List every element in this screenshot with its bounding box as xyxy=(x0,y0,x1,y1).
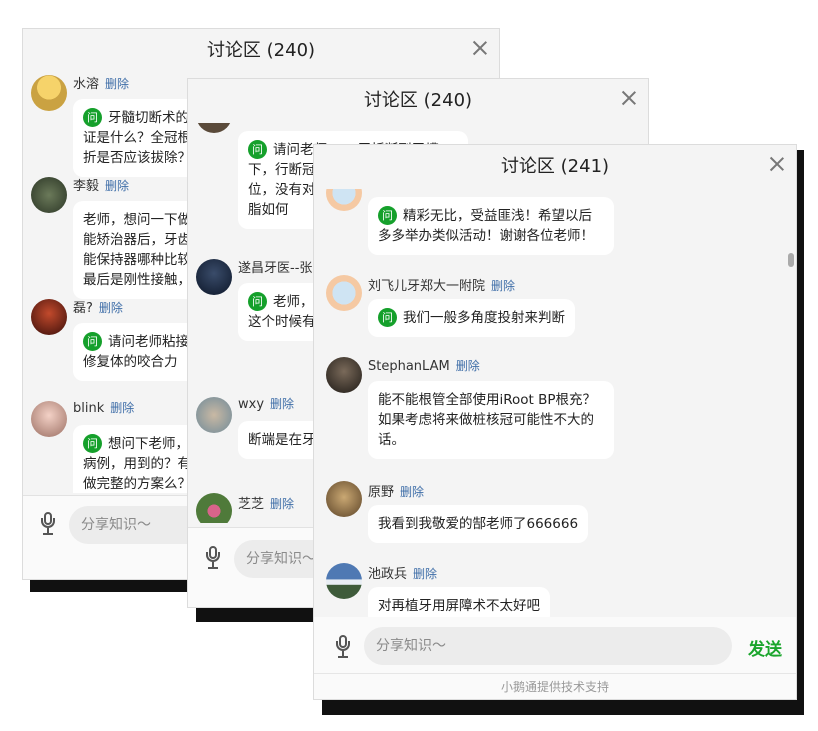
user-name: 池政兵 xyxy=(368,567,408,582)
microphone-icon[interactable] xyxy=(202,544,224,570)
close-icon[interactable] xyxy=(768,155,786,173)
avatar xyxy=(326,357,362,393)
microphone-icon[interactable] xyxy=(332,633,354,659)
delete-link[interactable]: 删除 xyxy=(270,497,294,511)
message-text: 我们一般多角度投射来判断 xyxy=(403,310,565,326)
message-text: 我看到我敬爱的郜老师了666666 xyxy=(378,516,579,532)
avatar xyxy=(31,299,67,335)
user-name: wxy xyxy=(238,397,265,412)
input-bar: 分享知识～ 发送 xyxy=(314,617,796,675)
discussion-window-3: 讨论区 (241) 问精彩无比，受益匪浅！希望以后多多举办类似活动！谢谢各位老师… xyxy=(313,144,797,700)
avatar xyxy=(196,123,232,133)
send-button[interactable]: 发送 xyxy=(748,635,782,660)
user-name: StephanLAM xyxy=(368,359,450,374)
avatar xyxy=(31,177,67,213)
avatar xyxy=(31,401,67,437)
window-title: 讨论区 (241) xyxy=(500,156,610,177)
user-name: 李毅 xyxy=(73,179,100,194)
message-text: 能不能根管全部使用iRoot BP根充？如果考虑将来做桩核冠可能性不大的话。 xyxy=(378,392,597,448)
window-shadow xyxy=(322,699,804,715)
delete-link[interactable]: 删除 xyxy=(105,179,129,193)
question-badge: 问 xyxy=(378,206,397,225)
delete-link[interactable]: 删除 xyxy=(413,567,437,581)
user-name: 刘飞儿牙郑大一附院 xyxy=(368,279,486,294)
message-text: 精彩无比，受益匪浅！希望以后多多举办类似活动！谢谢各位老师！ xyxy=(378,208,594,244)
delete-link[interactable]: 删除 xyxy=(456,359,480,373)
message-bubble: 对再植牙用屏障术不太好吧 xyxy=(368,587,550,617)
avatar xyxy=(196,259,232,295)
delete-link[interactable]: 删除 xyxy=(99,301,123,315)
user-name: blink xyxy=(73,401,105,416)
avatar xyxy=(31,75,67,111)
message-bubble: 能不能根管全部使用iRoot BP根充？如果考虑将来做桩核冠可能性不大的话。 xyxy=(368,381,614,459)
question-badge: 问 xyxy=(248,140,267,159)
user-name: 磊? xyxy=(73,301,93,316)
message-input[interactable]: 分享知识～ xyxy=(364,627,732,665)
avatar xyxy=(196,397,232,433)
message-bubble: 问精彩无比，受益匪浅！希望以后多多举办类似活动！谢谢各位老师！ xyxy=(368,197,614,255)
delete-link[interactable]: 删除 xyxy=(270,397,294,411)
window-title: 讨论区 (240) xyxy=(363,90,473,111)
message-text: 对再植牙用屏障术不太好吧 xyxy=(378,598,540,614)
user-name: 遂昌牙医--张 xyxy=(238,261,313,276)
user-name: 水溶 xyxy=(73,77,100,92)
microphone-icon[interactable] xyxy=(37,510,59,536)
user-name: 芝芝 xyxy=(238,497,265,512)
delete-link[interactable]: 删除 xyxy=(105,77,129,91)
question-badge: 问 xyxy=(83,434,102,453)
message-bubble: 问我们一般多角度投射来判断 xyxy=(368,299,575,337)
question-badge: 问 xyxy=(378,308,397,327)
user-name: 原野 xyxy=(368,485,395,500)
question-badge: 问 xyxy=(83,108,102,127)
question-badge: 问 xyxy=(83,332,102,351)
avatar xyxy=(196,493,232,523)
avatar xyxy=(326,563,362,599)
delete-link[interactable]: 删除 xyxy=(110,401,134,415)
close-icon[interactable] xyxy=(620,89,638,107)
close-icon[interactable] xyxy=(471,39,489,57)
window-title: 讨论区 (240) xyxy=(206,40,316,61)
avatar xyxy=(326,275,362,311)
avatar xyxy=(326,189,362,211)
delete-link[interactable]: 删除 xyxy=(400,485,424,499)
delete-link[interactable]: 删除 xyxy=(491,279,515,293)
powered-by-footer: 小鹅通提供技术支持 xyxy=(314,673,796,699)
avatar xyxy=(326,481,362,517)
message-bubble: 我看到我敬爱的郜老师了666666 xyxy=(368,505,589,543)
question-badge: 问 xyxy=(248,292,267,311)
